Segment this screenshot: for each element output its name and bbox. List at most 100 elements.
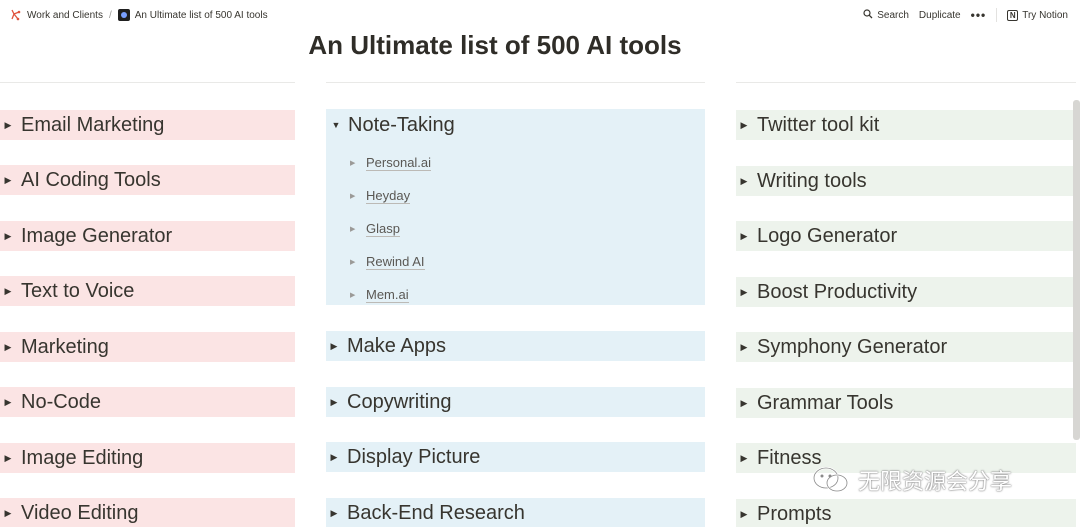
collapsed-triangle-icon: ▶ xyxy=(4,507,12,518)
toggle-label: Prompts xyxy=(757,502,832,525)
sub-toggle-label: Personal.ai xyxy=(366,155,432,171)
toggle-label: Back-End Research xyxy=(347,501,525,524)
toggle-note-taking[interactable]: ▼ Note-Taking xyxy=(326,109,705,141)
toggle-label: Email Marketing xyxy=(21,113,165,136)
toggle-make-apps[interactable]: ▶ Make Apps xyxy=(326,331,705,361)
sub-toggle-label: Mem.ai xyxy=(366,287,409,303)
breadcrumb-label: An Ultimate list of 500 AI tools xyxy=(134,9,268,21)
try-notion-label: Try Notion xyxy=(1022,9,1068,21)
collapsed-triangle-icon: ▶ xyxy=(740,397,748,408)
notebook-icon xyxy=(10,9,22,21)
sub-toggle-rewind-ai[interactable]: ▶ Rewind AI xyxy=(350,254,425,270)
breadcrumb-work-and-clients[interactable]: Work and Clients xyxy=(10,9,103,21)
collapsed-triangle-icon: ▶ xyxy=(350,292,356,299)
toggle-label: Make Apps xyxy=(347,334,446,357)
toggle-writing-tools[interactable]: ▶ Writing tools xyxy=(736,166,1076,196)
toggle-label: Symphony Generator xyxy=(757,335,948,358)
collapsed-triangle-icon: ▶ xyxy=(740,508,748,519)
toggle-image-editing[interactable]: ▶ Image Editing xyxy=(0,443,295,473)
toggle-display-picture[interactable]: ▶ Display Picture xyxy=(326,442,705,472)
collapsed-triangle-icon: ▶ xyxy=(4,285,12,296)
toggle-label: Marketing xyxy=(21,335,109,358)
toggle-symphony-generator[interactable]: ▶ Symphony Generator xyxy=(736,332,1076,362)
collapsed-triangle-icon: ▶ xyxy=(330,340,338,351)
toggle-label: No-Code xyxy=(21,390,102,413)
column-divider xyxy=(326,82,705,83)
collapsed-triangle-icon: ▶ xyxy=(350,160,356,167)
collapsed-triangle-icon: ▶ xyxy=(740,286,748,297)
collapsed-triangle-icon: ▶ xyxy=(4,230,12,241)
breadcrumb-current-page[interactable]: An Ultimate list of 500 AI tools xyxy=(117,9,268,21)
toggle-label: Video Editing xyxy=(21,501,139,524)
toggle-label: Grammar Tools xyxy=(757,391,894,414)
toggle-image-generator[interactable]: ▶ Image Generator xyxy=(0,221,295,251)
toggle-email-marketing[interactable]: ▶ Email Marketing xyxy=(0,110,295,140)
toggle-twitter-tool-kit[interactable]: ▶ Twitter tool kit xyxy=(736,110,1076,140)
toggle-no-code[interactable]: ▶ No-Code xyxy=(0,387,295,417)
toggle-prompts[interactable]: ▶ Prompts xyxy=(736,499,1076,527)
collapsed-triangle-icon: ▶ xyxy=(330,507,338,518)
toggle-text-to-voice[interactable]: ▶ Text to Voice xyxy=(0,276,295,306)
breadcrumb: Work and Clients / An Ultimate list of 5… xyxy=(10,9,268,21)
collapsed-triangle-icon: ▶ xyxy=(4,341,12,352)
collapsed-triangle-icon: ▶ xyxy=(4,452,12,463)
column-divider xyxy=(736,82,1076,83)
toggle-logo-generator[interactable]: ▶ Logo Generator xyxy=(736,221,1076,251)
search-button[interactable]: Search xyxy=(863,8,909,22)
notion-logo-icon: N xyxy=(1007,9,1019,21)
toggle-label: Note-Taking xyxy=(348,113,455,136)
sub-toggle-label: Heyday xyxy=(366,188,411,204)
expanded-triangle-icon: ▼ xyxy=(331,120,341,130)
toggle-label: AI Coding Tools xyxy=(21,168,161,191)
breadcrumb-separator: / xyxy=(108,9,112,21)
collapsed-triangle-icon: ▶ xyxy=(350,193,356,200)
wechat-icon xyxy=(812,466,850,494)
collapsed-triangle-icon: ▶ xyxy=(740,175,748,186)
toggle-back-end-research[interactable]: ▶ Back-End Research xyxy=(326,498,705,527)
vertical-scrollbar[interactable] xyxy=(1073,100,1080,440)
page-title: An Ultimate list of 500 AI tools xyxy=(308,30,682,60)
toggle-grammar-tools[interactable]: ▶ Grammar Tools xyxy=(736,388,1076,418)
duplicate-button[interactable]: Duplicate xyxy=(919,10,961,21)
toggle-marketing[interactable]: ▶ Marketing xyxy=(0,332,295,362)
breadcrumb-label: Work and Clients xyxy=(27,9,103,21)
more-icon: ••• xyxy=(970,8,987,22)
column-divider xyxy=(0,82,295,83)
toggle-video-editing[interactable]: ▶ Video Editing xyxy=(0,498,295,527)
toggle-boost-productivity[interactable]: ▶ Boost Productivity xyxy=(736,277,1076,307)
duplicate-label: Duplicate xyxy=(918,9,961,21)
watermark-text: 无限资源会分享 xyxy=(858,470,1013,495)
toggle-label: Display Picture xyxy=(347,445,481,468)
collapsed-triangle-icon: ▶ xyxy=(4,174,12,185)
sub-toggle-mem-ai[interactable]: ▶ Mem.ai xyxy=(350,287,409,303)
toggle-label: Image Generator xyxy=(21,224,173,247)
sub-toggle-label: Rewind AI xyxy=(366,254,425,270)
search-label: Search xyxy=(877,9,909,21)
top-bar: Work and Clients / An Ultimate list of 5… xyxy=(0,0,1080,32)
watermark: 无限资源会分享 xyxy=(812,464,1012,496)
collapsed-triangle-icon: ▶ xyxy=(330,451,338,462)
sub-toggle-label: Glasp xyxy=(366,221,400,237)
toggle-label: Logo Generator xyxy=(757,224,898,247)
toggle-label: Twitter tool kit xyxy=(757,113,880,136)
toggle-note-taking-expanded: ▼ Note-Taking ▶ Personal.ai ▶ Heyday ▶ G… xyxy=(326,109,705,305)
collapsed-triangle-icon: ▶ xyxy=(4,119,12,130)
collapsed-triangle-icon: ▶ xyxy=(740,119,748,130)
collapsed-triangle-icon: ▶ xyxy=(330,396,338,407)
page-icon xyxy=(117,9,130,21)
sub-toggle-heyday[interactable]: ▶ Heyday xyxy=(350,188,411,204)
toggle-ai-coding-tools[interactable]: ▶ AI Coding Tools xyxy=(0,165,295,195)
toggle-label: Text to Voice xyxy=(21,279,135,302)
collapsed-triangle-icon: ▶ xyxy=(350,226,356,233)
more-options-button[interactable]: ••• xyxy=(971,8,987,22)
toggle-label: Writing tools xyxy=(757,169,867,192)
try-notion-button[interactable]: N Try Notion xyxy=(1007,9,1068,21)
sub-toggle-personal-ai[interactable]: ▶ Personal.ai xyxy=(350,155,432,171)
collapsed-triangle-icon: ▶ xyxy=(350,259,356,266)
sub-toggle-glasp[interactable]: ▶ Glasp xyxy=(350,221,400,237)
collapsed-triangle-icon: ▶ xyxy=(740,452,748,463)
toggle-label: Image Editing xyxy=(21,446,144,469)
toggle-label: Boost Productivity xyxy=(757,280,918,303)
search-icon xyxy=(863,8,873,22)
toggle-copywriting[interactable]: ▶ Copywriting xyxy=(326,387,705,417)
